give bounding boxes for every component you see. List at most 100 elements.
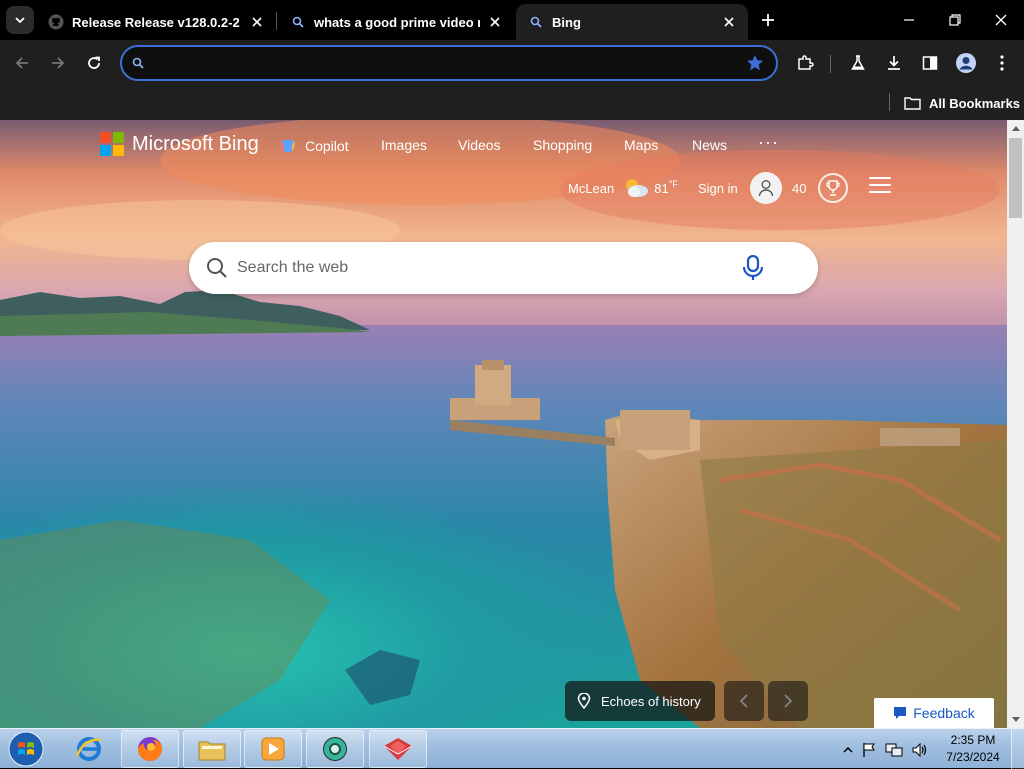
browser-toolbar — [0, 40, 1024, 86]
github-icon — [48, 14, 64, 30]
close-icon — [995, 14, 1007, 26]
bookmarks-divider — [889, 93, 890, 111]
weather-unit: °F — [668, 179, 678, 189]
system-tray — [843, 737, 937, 763]
file-explorer-icon[interactable] — [183, 730, 241, 768]
address-input[interactable] — [152, 53, 732, 73]
scroll-down-arrow-icon[interactable] — [1007, 711, 1024, 728]
network-icon[interactable] — [885, 742, 903, 758]
windows-taskbar: 2:35 PM 7/23/2024 — [0, 728, 1024, 769]
previous-image-button[interactable] — [724, 681, 764, 721]
microphone-icon[interactable] — [741, 255, 765, 281]
nav-news[interactable]: News — [692, 137, 727, 153]
address-bar[interactable] — [120, 45, 778, 81]
all-bookmarks-button[interactable]: All Bookmarks — [904, 90, 1020, 116]
sign-in-label: Sign in — [698, 180, 738, 196]
web-search-box[interactable] — [189, 242, 818, 294]
search-input[interactable] — [237, 256, 717, 280]
hamburger-menu-icon[interactable] — [869, 177, 891, 195]
bing-header: Microsoft Bing Copilot Images Videos Sho… — [0, 120, 1007, 240]
page-viewport: Microsoft Bing Copilot Images Videos Sho… — [0, 120, 1007, 728]
nav-more-button[interactable]: ··· — [758, 132, 779, 153]
reload-button[interactable] — [79, 48, 109, 78]
scroll-up-arrow-icon[interactable] — [1007, 120, 1024, 137]
extensions-button[interactable] — [790, 48, 820, 78]
tab-search-button[interactable] — [6, 6, 34, 34]
nav-images[interactable]: Images — [381, 137, 427, 153]
tab-title: Bing — [552, 14, 581, 30]
app-icon[interactable] — [369, 730, 427, 768]
nav-copilot[interactable]: Copilot — [279, 137, 349, 155]
firefox-icon[interactable] — [121, 730, 179, 768]
restore-icon — [949, 14, 961, 26]
page-scrollbar[interactable] — [1007, 120, 1024, 728]
menu-button[interactable] — [987, 48, 1017, 78]
close-tab-icon[interactable] — [486, 13, 504, 31]
sign-in-button[interactable]: Sign in — [698, 172, 782, 204]
kebab-menu-icon — [1000, 55, 1004, 71]
logo-text: Microsoft Bing — [132, 132, 259, 155]
close-tab-icon[interactable] — [720, 13, 738, 31]
tab-separator — [276, 12, 277, 30]
show-desktop-button[interactable] — [1011, 729, 1024, 769]
tab-strip: Release Release v128.0.2-2 for whats a g… — [0, 0, 1024, 40]
search-icon — [290, 14, 306, 30]
nav-copilot-label: Copilot — [305, 138, 349, 154]
side-panel-button[interactable] — [915, 48, 945, 78]
chrome-canary-icon[interactable] — [306, 730, 364, 768]
nav-maps[interactable]: Maps — [624, 137, 658, 153]
weather-widget[interactable]: McLean 81 °F — [568, 172, 678, 204]
reload-icon — [88, 56, 100, 69]
bookmarks-bar: All Bookmarks — [0, 86, 1024, 120]
start-button[interactable] — [6, 730, 46, 768]
downloads-button[interactable] — [879, 48, 909, 78]
tab-github-release[interactable]: Release Release v128.0.2-2 for — [36, 4, 276, 40]
image-info-caption[interactable]: Echoes of history — [565, 681, 715, 721]
nav-videos[interactable]: Videos — [458, 137, 501, 153]
flask-icon — [851, 55, 865, 70]
volume-icon[interactable] — [911, 742, 929, 758]
show-hidden-icons-icon[interactable] — [843, 746, 853, 754]
close-window-button[interactable] — [978, 0, 1024, 40]
clock-time: 2:35 PM — [950, 733, 996, 747]
partly-cloudy-icon — [626, 179, 649, 197]
forward-button[interactable] — [43, 48, 73, 78]
profile-button[interactable] — [951, 48, 981, 78]
action-center-flag-icon[interactable] — [861, 742, 877, 758]
plus-icon — [762, 14, 774, 26]
nav-shopping[interactable]: Shopping — [533, 137, 592, 153]
rewards-points: 40 — [792, 180, 807, 196]
search-icon — [207, 258, 227, 278]
back-button[interactable] — [7, 48, 37, 78]
next-image-button[interactable] — [768, 681, 808, 721]
rewards-widget[interactable]: 40 — [792, 172, 849, 204]
new-tab-button[interactable] — [756, 8, 780, 32]
media-player-icon[interactable] — [244, 730, 302, 768]
chevron-down-icon — [15, 17, 25, 24]
tab-title: whats a good prime video mov — [314, 14, 480, 30]
internet-explorer-icon[interactable] — [60, 730, 118, 768]
weather-temperature: 81 — [654, 180, 669, 196]
all-bookmarks-label: All Bookmarks — [929, 95, 1021, 111]
minimize-button[interactable] — [886, 0, 932, 40]
location-pin-icon — [577, 693, 591, 709]
download-icon — [888, 56, 900, 70]
tab-bing[interactable]: Bing — [516, 4, 748, 40]
bing-logo[interactable]: Microsoft Bing — [100, 132, 259, 156]
arrow-right-icon — [52, 57, 65, 69]
feedback-icon — [893, 706, 907, 720]
feedback-button[interactable]: Feedback — [874, 698, 994, 728]
user-avatar-icon — [749, 172, 782, 204]
restore-button[interactable] — [932, 0, 978, 40]
side-panel-icon — [922, 56, 938, 70]
bookmark-star-icon[interactable] — [746, 54, 764, 77]
image-caption-text: Echoes of history — [601, 693, 701, 709]
tab-prime-video-search[interactable]: whats a good prime video mov — [278, 4, 514, 40]
tab-title: Release Release v128.0.2-2 for — [72, 14, 242, 30]
arrow-left-icon — [15, 57, 28, 69]
feedback-label: Feedback — [913, 705, 975, 721]
labs-button[interactable] — [843, 48, 873, 78]
close-tab-icon[interactable] — [248, 13, 266, 31]
scrollbar-thumb[interactable] — [1009, 138, 1022, 218]
system-clock[interactable]: 2:35 PM 7/23/2024 — [940, 732, 1006, 766]
